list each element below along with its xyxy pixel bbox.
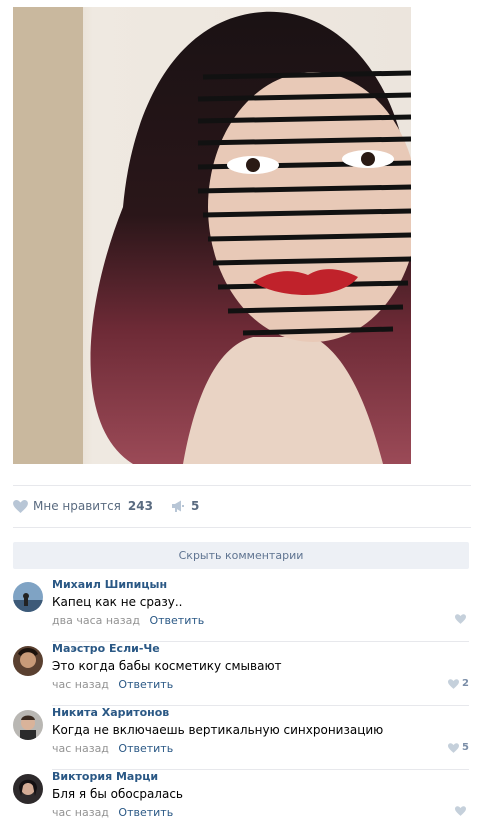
heart-icon [448, 678, 460, 689]
avatar[interactable] [13, 710, 43, 740]
comment-item: Маэстро Если-Че Это когда бабы косметику… [13, 642, 469, 706]
divider [13, 527, 471, 528]
post-photo[interactable] [13, 7, 411, 464]
comment-time[interactable]: два часа назад [52, 614, 140, 627]
avatar[interactable] [13, 646, 43, 676]
avatar-image [13, 774, 43, 804]
comment-like-button[interactable]: 5 [448, 742, 469, 753]
divider [13, 485, 471, 486]
heart-icon [448, 742, 460, 753]
comment-item: Никита Харитонов Когда не включаешь верт… [13, 706, 469, 770]
hide-comments-button[interactable]: Скрыть комментарии [13, 542, 469, 569]
comment-author[interactable]: Виктория Марци [52, 770, 158, 783]
comment-like-count: 5 [462, 742, 469, 753]
comment-item: Виктория Марци Бля я бы обосралась час н… [13, 770, 469, 830]
comment-meta: час назад Ответить [52, 742, 173, 755]
heart-icon [13, 499, 28, 513]
share-button[interactable]: 5 [171, 499, 199, 513]
comment-like-button[interactable] [455, 806, 469, 816]
share-count: 5 [190, 499, 200, 513]
comment-time[interactable]: час назад [52, 678, 109, 691]
reply-button[interactable]: Ответить [149, 614, 204, 627]
reply-button[interactable]: Ответить [118, 742, 173, 755]
heart-icon [455, 806, 466, 816]
heart-icon [455, 614, 466, 624]
reply-button[interactable]: Ответить [118, 806, 173, 819]
avatar-image [13, 646, 43, 676]
comment-meta: час назад Ответить [52, 806, 173, 819]
avatar-image [13, 710, 43, 740]
comment-text: Капец как не сразу.. [52, 595, 183, 609]
avatar-image [13, 582, 43, 612]
comment-meta: час назад Ответить [52, 678, 173, 691]
comment-text: Бля я бы обосралась [52, 787, 184, 801]
reply-button[interactable]: Ответить [118, 678, 173, 691]
comment-item: Михаил Шипицын Капец как не сразу.. два … [13, 578, 469, 642]
comment-like-button[interactable] [455, 614, 469, 624]
comment-time[interactable]: час назад [52, 806, 109, 819]
avatar[interactable] [13, 582, 43, 612]
comment-author[interactable]: Никита Харитонов [52, 706, 169, 719]
post-actions: Мне нравится 243 5 [13, 497, 199, 515]
comment-text: Это когда бабы косметику смывают [52, 659, 282, 673]
like-label: Мне нравится [33, 499, 121, 513]
megaphone-icon [171, 500, 184, 512]
post-photo-illustration [13, 7, 411, 464]
comment-text: Когда не включаешь вертикальную синхрони… [52, 723, 384, 737]
comment-like-button[interactable]: 2 [448, 678, 469, 689]
avatar[interactable] [13, 774, 43, 804]
comment-author[interactable]: Михаил Шипицын [52, 578, 167, 591]
comment-author[interactable]: Маэстро Если-Че [52, 642, 160, 655]
comment-like-count: 2 [462, 678, 469, 689]
like-count: 243 [127, 499, 153, 513]
like-button[interactable]: Мне нравится 243 [13, 499, 153, 513]
comment-time[interactable]: час назад [52, 742, 109, 755]
comment-meta: два часа назад Ответить [52, 614, 204, 627]
